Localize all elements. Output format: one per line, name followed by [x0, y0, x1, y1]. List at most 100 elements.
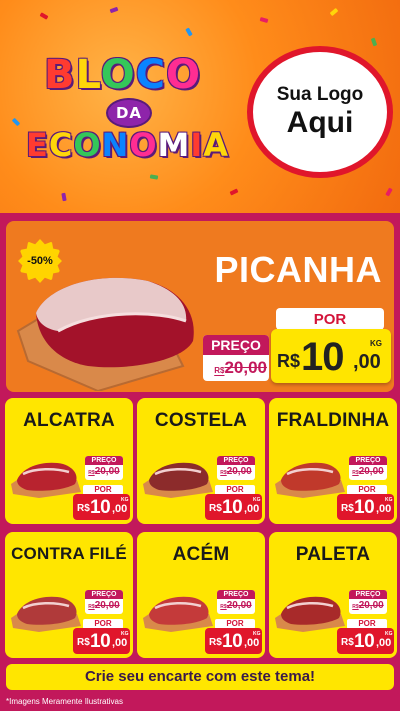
product-card[interactable]: PALETA PREÇO R$20,00 POR R$ 10 ,00 KG — [269, 532, 397, 658]
confetti-piece — [11, 117, 21, 127]
price-unit: KG — [121, 497, 129, 503]
product-image — [11, 462, 81, 498]
price-cents: ,00 — [376, 503, 392, 515]
price-unit: KG — [385, 631, 393, 637]
header-banner: BLOCO DA ECONOMIA Sua Logo Aqui — [0, 0, 400, 213]
price-unit: KG — [385, 497, 393, 503]
product-image — [275, 462, 345, 498]
product-name: ALCATRA — [23, 410, 115, 431]
preco-label: PREÇO — [203, 335, 269, 355]
product-card[interactable]: COSTELA PREÇO R$20,00 POR R$ 10 ,00 KG — [137, 398, 265, 524]
logo-letter: O — [100, 52, 136, 98]
confetti-piece — [385, 187, 393, 197]
featured-product-name: PICANHA — [214, 249, 382, 290]
price-integer: 10 — [354, 631, 375, 652]
price-integer: 10 — [222, 631, 243, 652]
confetti-piece — [39, 12, 49, 20]
confetti-piece — [329, 7, 339, 17]
product-image — [11, 596, 81, 632]
product-name: ACÉM — [172, 544, 230, 565]
store-logo-placeholder: Sua Logo Aqui — [247, 46, 393, 178]
price-integer: 10 — [354, 497, 375, 518]
preco-label: PREÇO — [349, 456, 387, 465]
confetti-piece — [61, 192, 67, 202]
old-price-box: PREÇO R$20,00 — [217, 590, 255, 614]
logo-placeholder-line1: Sua Logo — [276, 84, 364, 105]
confetti-piece — [185, 27, 193, 37]
bloco-da-economia-logo: BLOCO DA ECONOMIA — [26, 48, 236, 178]
confetti-piece — [229, 188, 239, 196]
product-name: PALETA — [295, 544, 371, 565]
logo-letter: I — [190, 126, 204, 164]
new-price-box: R$ 10 ,00 KG — [73, 494, 130, 520]
old-price: R$20,00 — [217, 599, 255, 614]
product-name: FRALDINHA — [276, 410, 390, 431]
old-price-value: 20,00 — [94, 466, 120, 477]
logo-word-da: DA — [106, 98, 152, 128]
old-price-value: 20,00 — [226, 466, 252, 477]
new-price-box: R$ 10 ,00 KG — [337, 628, 394, 654]
old-price-box: PREÇO R$20,00 — [85, 456, 123, 480]
product-card[interactable]: FRALDINHA PREÇO R$20,00 POR R$ 10 ,00 KG — [269, 398, 397, 524]
currency-symbol: R$ — [341, 637, 354, 648]
new-price-box: R$ 10 ,00 KG — [205, 494, 262, 520]
old-price: R$20,00 — [85, 465, 123, 480]
price-cents: ,00 — [112, 637, 128, 649]
currency-symbol: R$ — [277, 351, 301, 371]
logo-word-bloco: BLOCO — [44, 52, 201, 98]
logo-letter: E — [26, 126, 49, 164]
old-price-value: 20,00 — [94, 600, 120, 611]
preco-label: PREÇO — [217, 456, 255, 465]
product-card[interactable]: CONTRA FILÉ PREÇO R$20,00 POR R$ 10 ,00 … — [5, 532, 133, 658]
old-price-value: 20,00 — [224, 358, 267, 377]
confetti-piece — [259, 17, 269, 23]
product-card[interactable]: ALCATRA PREÇO R$20,00 POR R$ 10 ,00 KG — [5, 398, 133, 524]
price-integer: 10 — [90, 497, 111, 518]
old-price-box: PREÇO R$20,00 — [85, 590, 123, 614]
flyer-page: BLOCO DA ECONOMIA Sua Logo Aqui -50% PIC… — [0, 0, 400, 711]
currency-symbol: R$ — [341, 503, 354, 514]
price-unit: KG — [121, 631, 129, 637]
cta-banner[interactable]: Crie seu encarte com este tema! — [6, 664, 394, 690]
new-price-box: R$ 10 ,00 KG — [73, 628, 130, 654]
price-cents: ,00 — [244, 503, 260, 515]
price-integer: 10 — [301, 335, 344, 379]
product-name: COSTELA — [154, 410, 248, 431]
product-image — [275, 596, 345, 632]
currency-symbol: R$ — [209, 637, 222, 648]
logo-letter: M — [157, 126, 191, 164]
old-price-value: 20,00 — [358, 600, 384, 611]
logo-letter: C — [135, 52, 166, 98]
currency-symbol: R$ — [77, 637, 90, 648]
confetti-piece — [109, 6, 119, 14]
logo-letter: O — [129, 126, 158, 164]
price-unit: KG — [253, 497, 261, 503]
preco-label: PREÇO — [85, 456, 123, 465]
old-price: R$20,00 — [349, 465, 387, 480]
preco-label: PREÇO — [349, 590, 387, 599]
logo-letter: O — [165, 52, 201, 98]
logo-letter: L — [75, 52, 101, 98]
price-unit: KG — [253, 631, 261, 637]
logo-letter: O — [73, 126, 102, 164]
product-image — [143, 462, 213, 498]
product-name: CONTRA FILÉ — [11, 544, 127, 563]
product-image — [143, 596, 213, 632]
old-price: R$20,00 — [205, 358, 267, 378]
price-unit: KG — [370, 339, 382, 348]
new-price-box: R$ 10 ,00 KG — [271, 329, 391, 383]
old-price-value: 20,00 — [226, 600, 252, 611]
old-price-box: PREÇO R$20,00 — [349, 590, 387, 614]
old-price: R$20,00 — [85, 599, 123, 614]
logo-letter: A — [203, 126, 230, 164]
currency-symbol: R$ — [209, 503, 222, 514]
old-price: R$20,00 — [349, 599, 387, 614]
old-price: R$20,00 — [217, 465, 255, 480]
price-integer: 10 — [90, 631, 111, 652]
price-cents: ,00 — [244, 637, 260, 649]
logo-letter: N — [101, 126, 130, 164]
logo-letter: B — [44, 52, 76, 98]
price-cents: ,00 — [112, 503, 128, 515]
new-price-box: R$ 10 ,00 KG — [337, 494, 394, 520]
product-card[interactable]: ACÉM PREÇO R$20,00 POR R$ 10 ,00 KG — [137, 532, 265, 658]
